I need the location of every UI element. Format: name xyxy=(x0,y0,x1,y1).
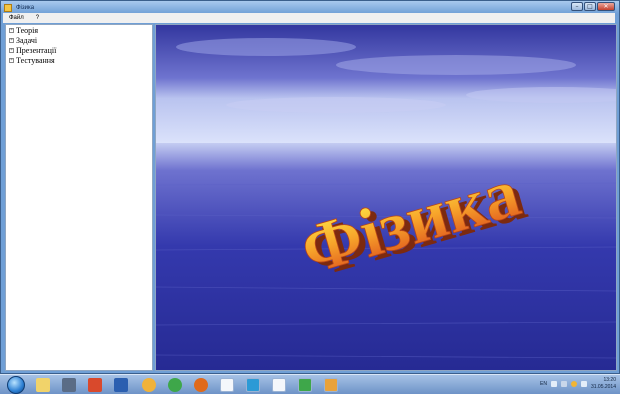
notification-icon[interactable] xyxy=(570,381,577,387)
tree-item-testing[interactable]: + Тестування xyxy=(6,55,152,65)
tree-item-label: Презентації xyxy=(16,45,57,55)
tool-icon[interactable] xyxy=(62,378,76,392)
notepad-icon[interactable] xyxy=(272,378,286,392)
cloud xyxy=(336,55,576,75)
maximize-button[interactable]: □ xyxy=(584,2,596,11)
app-window-icon[interactable] xyxy=(324,378,338,392)
app-icon xyxy=(4,3,12,12)
system-tray: EN 13:20 31.05.2014 xyxy=(540,377,616,391)
tree-item-label: Задачі xyxy=(16,35,38,45)
clock[interactable]: 13:20 31.05.2014 xyxy=(591,377,616,391)
minimize-button[interactable]: – xyxy=(571,2,583,11)
expand-icon[interactable]: + xyxy=(9,37,14,43)
start-orb-icon[interactable] xyxy=(7,376,25,394)
taskbar: EN 13:20 31.05.2014 xyxy=(0,374,620,394)
chrome-icon[interactable] xyxy=(298,378,312,392)
menu-bar: Файл ? xyxy=(3,13,615,23)
media-player-icon[interactable] xyxy=(142,378,156,392)
paint-icon[interactable] xyxy=(88,378,102,392)
tree-item-label: Теорія xyxy=(16,25,39,35)
menu-file[interactable]: Файл xyxy=(3,15,30,21)
expand-icon[interactable]: + xyxy=(9,47,14,53)
clock-date: 31.05.2014 xyxy=(590,384,616,390)
floppy-save-icon[interactable] xyxy=(220,378,234,392)
skype-icon[interactable] xyxy=(246,378,260,392)
close-button[interactable]: ✕ xyxy=(597,2,615,11)
firefox-icon[interactable] xyxy=(194,378,208,392)
flag-icon[interactable] xyxy=(580,381,587,387)
cloud xyxy=(226,97,446,113)
visual-studio-icon[interactable] xyxy=(114,378,128,392)
topic-tree: + Теорія + Задачі + Презентації + Тестув… xyxy=(5,24,153,371)
tree-item-presentations[interactable]: + Презентації xyxy=(6,45,152,55)
cloud xyxy=(176,38,356,56)
window-controls: – □ ✕ xyxy=(571,2,615,11)
expand-icon[interactable]: + xyxy=(9,27,14,33)
network-icon[interactable] xyxy=(560,381,567,387)
menu-help[interactable]: ? xyxy=(30,15,45,21)
language-indicator[interactable]: EN xyxy=(540,381,547,387)
file-explorer-icon[interactable] xyxy=(36,378,50,392)
splash-panel: Фізика Фізика xyxy=(155,24,617,371)
chrome-icon[interactable] xyxy=(168,378,182,392)
window-title: Фізика xyxy=(16,4,35,11)
sea-sky-background: Фізика Фізика xyxy=(156,25,616,370)
tree-item-theory[interactable]: + Теорія xyxy=(6,25,152,35)
volume-icon[interactable] xyxy=(550,381,557,387)
tree-item-label: Тестування xyxy=(16,55,55,65)
tree-item-problems[interactable]: + Задачі xyxy=(6,35,152,45)
clock-time: 13:20 xyxy=(603,377,616,383)
expand-icon[interactable]: + xyxy=(9,57,14,63)
